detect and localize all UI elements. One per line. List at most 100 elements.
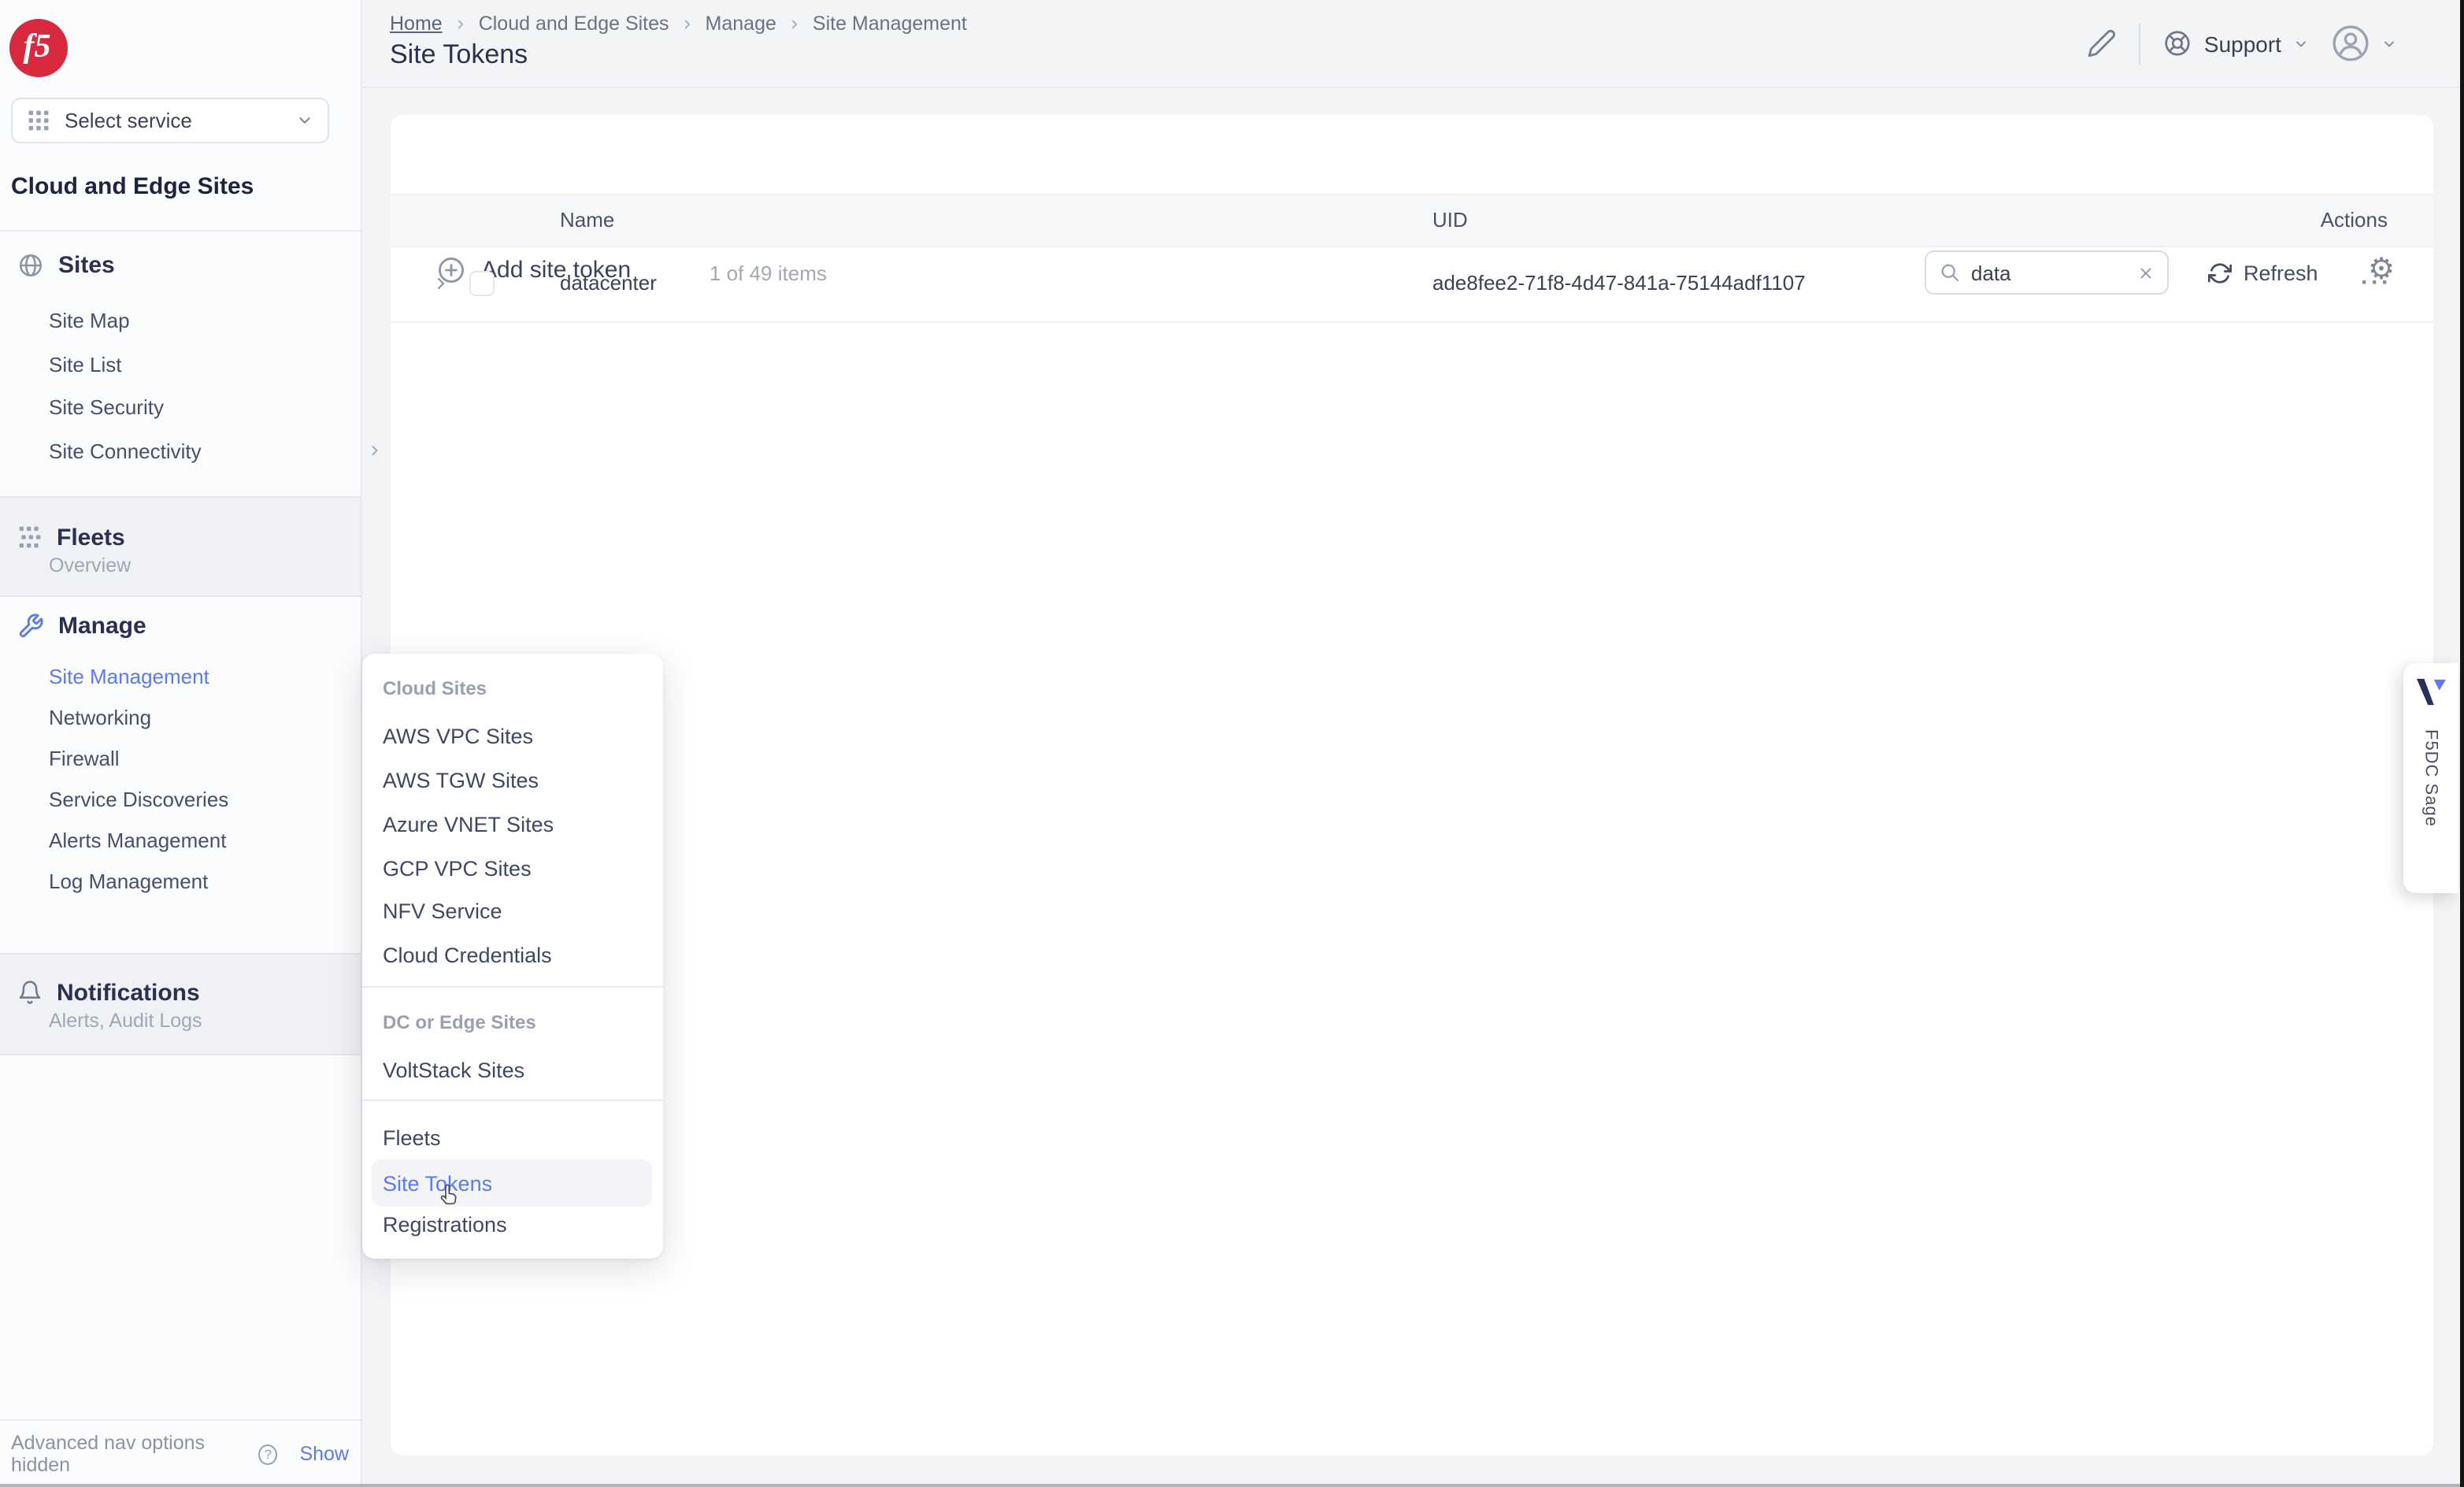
flyout-item-nfv-service[interactable]: NFV Service xyxy=(383,894,502,929)
notifications-subtitle: Alerts, Audit Logs xyxy=(49,1010,202,1032)
support-menu[interactable]: Support xyxy=(2163,28,2308,58)
row-checkbox[interactable] xyxy=(469,270,494,295)
flyout-item-gcp-vpc-sites[interactable]: GCP VPC Sites xyxy=(383,851,532,885)
sidebar-item-site-list[interactable]: Site List xyxy=(49,347,122,381)
fleet-grid-icon xyxy=(17,525,43,550)
row-name-cell: datacenter xyxy=(560,244,657,321)
sidebar-item-label: Site Map xyxy=(49,308,130,332)
chevron-down-icon xyxy=(2292,35,2308,51)
page-title: Site Tokens xyxy=(390,39,528,71)
wrench-icon xyxy=(17,612,44,639)
sidebar-item-firewall[interactable]: Firewall xyxy=(49,741,348,776)
sidebar-item-log-management[interactable]: Log Management xyxy=(49,864,348,899)
globe-icon xyxy=(17,251,44,278)
flyout-item-site-tokens[interactable]: Site Tokens xyxy=(372,1159,652,1207)
sidebar-item-label: Service Discoveries xyxy=(49,788,228,811)
f5-logo[interactable]: f5 xyxy=(9,19,68,77)
sidebar-item-label: Site Security xyxy=(49,395,164,418)
advanced-nav-message: Advanced nav options hidden xyxy=(11,1432,249,1476)
product-title: Cloud and Edge Sites xyxy=(11,173,254,200)
sidebar-item-alerts-management[interactable]: Alerts Management xyxy=(49,823,348,858)
row-actions-menu[interactable] xyxy=(2361,244,2392,321)
chevron-right-icon xyxy=(680,17,695,31)
sidebar-item-service-discoveries[interactable]: Service Discoveries xyxy=(49,782,228,817)
divider xyxy=(361,986,663,988)
sidebar-item-label: Alerts Management xyxy=(49,829,226,852)
breadcrumb-home[interactable]: Home xyxy=(390,13,443,35)
service-selector[interactable]: Select service xyxy=(11,98,329,143)
content-card: Add site token 1 of 49 items Refresh xyxy=(390,115,2433,1455)
row-checkbox-cell xyxy=(469,244,494,321)
flyout-item-aws-tgw-sites[interactable]: AWS TGW Sites xyxy=(383,762,539,797)
app-window: f5 Select service Cloud and Edge Sites xyxy=(0,0,2464,1487)
sidebar-item-site-map[interactable]: Site Map xyxy=(49,302,130,337)
column-header-actions: Actions xyxy=(2321,195,2388,245)
sidebar-item-label: Networking xyxy=(49,706,151,729)
fleets-head: Fleets xyxy=(17,520,125,554)
table-row[interactable]: datacenter ade8fee2-71f8-4d47-841a-75144… xyxy=(390,244,2433,323)
sidebar-section-sites[interactable]: Sites xyxy=(17,247,115,282)
sidebar-item-site-connectivity[interactable]: Site Connectivity xyxy=(49,433,348,468)
row-expand-icon[interactable] xyxy=(431,244,450,321)
brush-icon[interactable] xyxy=(2088,28,2118,58)
sidebar-section-notifications[interactable]: Notifications Alerts, Audit Logs xyxy=(0,953,360,1055)
sidebar-item-label: Firewall xyxy=(49,747,120,770)
sidebar-item-site-security[interactable]: Site Security xyxy=(49,389,164,424)
sidebar-item-label: Log Management xyxy=(49,870,208,893)
sidebar-section-manage-label: Manage xyxy=(58,612,146,639)
table-header: Name UID Actions xyxy=(390,194,2433,247)
chevron-right-icon xyxy=(367,433,383,468)
show-link[interactable]: Show xyxy=(299,1443,349,1465)
sidebar: f5 Select service Cloud and Edge Sites xyxy=(0,0,361,1487)
screen-edge-right xyxy=(2459,0,2464,1487)
sidebar-section-sites-label: Sites xyxy=(58,251,115,278)
breadcrumb-item[interactable]: Manage xyxy=(706,13,776,35)
flyout-item-voltstack-sites[interactable]: VoltStack Sites xyxy=(383,1052,524,1087)
fleets-subtitle: Overview xyxy=(49,554,131,577)
chevron-down-icon xyxy=(2381,35,2396,51)
divider xyxy=(0,230,360,232)
breadcrumb: Home Cloud and Edge Sites Manage Site Ma… xyxy=(390,13,967,35)
column-header-name[interactable]: Name xyxy=(560,195,614,245)
divider xyxy=(2140,23,2141,64)
breadcrumb-item[interactable]: Site Management xyxy=(813,13,967,35)
row-uid-cell: ade8fee2-71f8-4d47-841a-75144adf1107 xyxy=(1432,244,1806,321)
flyout-group-cloud-sites: Cloud Sites xyxy=(383,671,487,706)
help-circle-icon[interactable] xyxy=(258,1444,277,1464)
column-header-uid[interactable]: UID xyxy=(1432,195,1468,245)
divider xyxy=(361,1099,663,1101)
sidebar-section-fleets-label: Fleets xyxy=(57,524,125,551)
chevron-down-icon xyxy=(296,112,313,129)
flyout-item-cloud-credentials[interactable]: Cloud Credentials xyxy=(383,938,552,973)
sidebar-item-label: Site Connectivity xyxy=(49,439,202,462)
volterra-v-icon xyxy=(2414,677,2447,707)
breadcrumb-item[interactable]: Cloud and Edge Sites xyxy=(479,13,669,35)
flyout-item-fleets[interactable]: Fleets xyxy=(383,1121,441,1155)
flyout-item-aws-vpc-sites[interactable]: AWS VPC Sites xyxy=(383,719,533,754)
sidebar-footer: Advanced nav options hidden Show xyxy=(0,1419,360,1487)
f5-logo-text: f5 xyxy=(24,30,51,63)
user-menu[interactable] xyxy=(2330,24,2396,63)
sidebar-item-networking[interactable]: Networking xyxy=(49,700,348,735)
avatar-icon xyxy=(2330,24,2370,63)
grid-icon xyxy=(27,109,50,132)
site-management-flyout: Cloud Sites AWS VPC Sites AWS TGW Sites … xyxy=(361,654,663,1259)
ellipsis-icon xyxy=(2361,269,2392,296)
sidebar-item-site-management[interactable]: Site Management xyxy=(49,658,348,693)
notifications-head: Notifications xyxy=(17,975,200,1010)
sidebar-item-label: Site List xyxy=(49,352,122,376)
service-selector-label: Select service xyxy=(65,109,296,132)
lifebuoy-icon xyxy=(2163,28,2193,58)
sidebar-section-manage[interactable]: Manage xyxy=(17,608,146,643)
chevron-right-icon xyxy=(787,17,802,31)
sidebar-item-label: Site Management xyxy=(49,664,209,688)
top-bar-controls: Support xyxy=(2088,0,2396,87)
bell-icon xyxy=(17,980,43,1005)
screen-edge-bottom xyxy=(0,1484,2464,1487)
flyout-item-azure-vnet-sites[interactable]: Azure VNET Sites xyxy=(383,807,554,842)
f5dc-sage-tab[interactable]: F5DC Sage xyxy=(2403,663,2458,893)
chevron-right-icon xyxy=(454,17,468,31)
flyout-item-registrations[interactable]: Registrations xyxy=(383,1207,507,1242)
flyout-group-dc-edge-sites: DC or Edge Sites xyxy=(383,1005,536,1040)
sidebar-section-fleets[interactable]: Fleets Overview xyxy=(0,496,360,597)
